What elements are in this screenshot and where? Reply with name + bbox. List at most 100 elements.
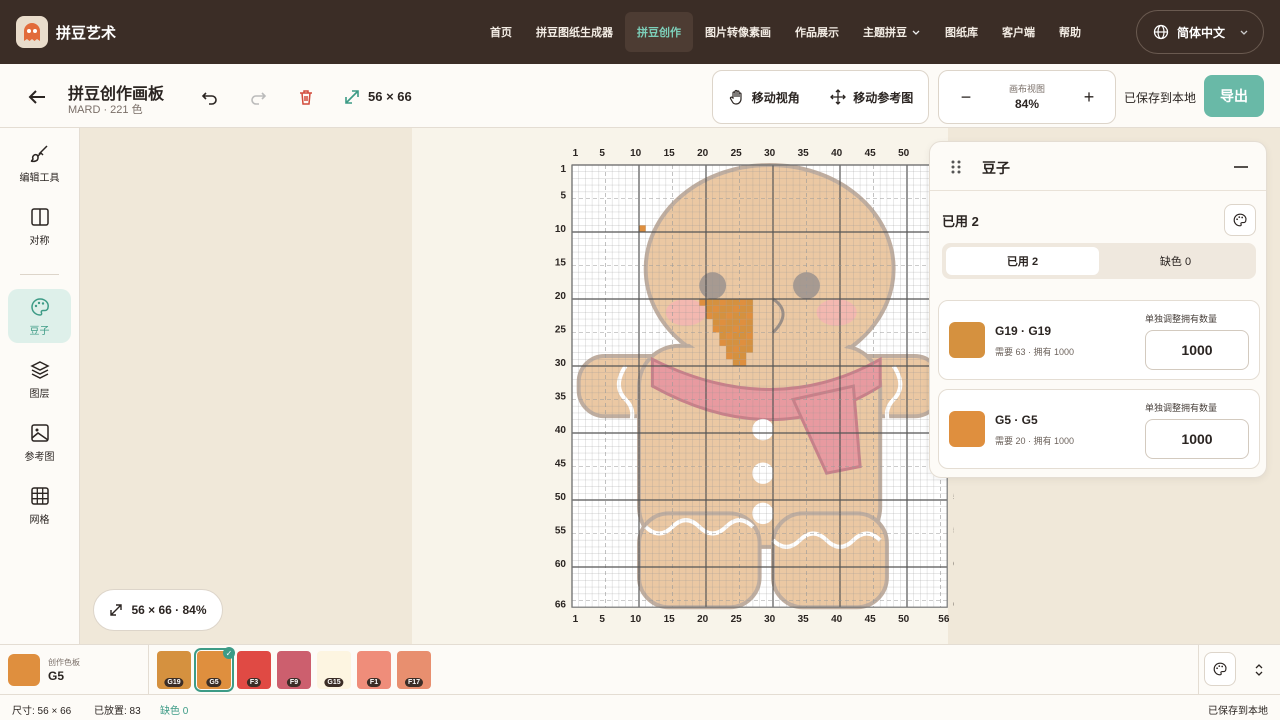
palette-swatch[interactable]: F1 — [357, 651, 391, 689]
column-tick-label: 56 — [938, 614, 950, 625]
bead-swatch — [949, 411, 985, 447]
nose-bead — [739, 319, 747, 326]
status-saved: 已保存到本地 — [1208, 706, 1268, 717]
sidebar-item-edit-tools[interactable]: 编辑工具 — [8, 136, 71, 190]
sidebar-item-reference[interactable]: 参考图 — [8, 415, 71, 469]
row-tick-label: 50 — [953, 492, 954, 503]
check-icon: ✓ — [223, 647, 235, 659]
nav-item[interactable]: 拼豆创作 — [625, 12, 693, 52]
nose-bead — [719, 332, 727, 340]
export-button[interactable]: 导出 — [1204, 75, 1264, 117]
bead-name: G5 · G5 — [995, 413, 1038, 427]
nav-item[interactable]: 首页 — [478, 12, 524, 52]
undo-icon[interactable] — [201, 88, 219, 106]
nav-item[interactable]: 拼豆图纸生成器 — [524, 12, 625, 52]
drag-handle-icon[interactable] — [950, 159, 962, 175]
palette-swatch[interactable]: G5 ✓ — [194, 647, 235, 692]
sidebar-item-label: 网格 — [29, 514, 50, 526]
row-tick-label: 20 — [555, 291, 567, 302]
row-tick-label: 40 — [555, 425, 567, 436]
sidebar-divider — [20, 274, 59, 275]
current-color-value: G5 — [48, 669, 65, 683]
status-placed: 已放置: 83 — [94, 706, 141, 717]
bead-card[interactable]: G19 · G19 需要 63 · 拥有 1000 单独调整拥有数量 1000 — [938, 300, 1260, 380]
nav-item[interactable]: 作品展示 — [783, 12, 851, 52]
column-tick-label: 45 — [865, 148, 877, 159]
column-tick-label: 45 — [865, 614, 877, 625]
back-arrow-icon[interactable] — [26, 86, 48, 108]
zoom-in-button[interactable]: + — [1079, 87, 1099, 108]
palette-swatch[interactable]: G19 — [157, 651, 191, 689]
palette-picker-button[interactable] — [1204, 652, 1236, 686]
nose-bead — [746, 299, 753, 306]
nav-item[interactable]: 图纸库 — [933, 12, 990, 52]
nav-item[interactable]: 主题拼豆 — [851, 12, 933, 52]
nav-item[interactable]: 客户端 — [990, 12, 1047, 52]
nose-bead — [732, 319, 740, 326]
sidebar-item-layers[interactable]: 图层 — [8, 352, 71, 406]
nose-bead — [712, 299, 720, 306]
sidebar-item-beads[interactable]: 豆子 — [8, 289, 71, 343]
logo[interactable] — [16, 16, 48, 48]
column-tick-label: 5 — [599, 614, 605, 625]
bead-qty-input[interactable]: 1000 — [1145, 419, 1249, 459]
sidebar-item-grid[interactable]: 网格 — [8, 478, 71, 532]
current-color-swatch[interactable] — [8, 654, 40, 686]
nose-bead — [719, 319, 727, 326]
bead-name: G19 · G19 — [995, 324, 1052, 338]
move-reference-button[interactable]: 移动参考图 — [829, 88, 913, 106]
row-tick-label: 50 — [555, 492, 567, 503]
bead-board[interactable]: 1155101015152020252530303535404045455050… — [494, 128, 954, 644]
page-subtitle: MARD · 221 色 — [68, 104, 143, 116]
chevron-down-icon — [912, 30, 920, 35]
palette-swatch[interactable]: F9 — [277, 651, 311, 689]
bead-qty-input[interactable]: 1000 — [1145, 330, 1249, 370]
nose-bead — [712, 319, 720, 326]
sidebar-item-label: 图层 — [29, 388, 50, 400]
brand-name[interactable]: 拼豆艺术 — [56, 22, 116, 43]
nose-bead — [732, 299, 740, 306]
gingerbread-button — [752, 418, 774, 441]
palette-actions — [1198, 645, 1280, 695]
column-tick-label: 25 — [731, 148, 743, 159]
minimize-icon[interactable] — [1234, 165, 1248, 169]
zoom-indicator[interactable]: 56 × 66 · 84% — [93, 589, 223, 631]
palette-swatch[interactable]: F17 — [397, 651, 431, 689]
bead-card[interactable]: G5 · G5 需要 20 · 拥有 1000 单独调整拥有数量 1000 — [938, 389, 1260, 469]
zoom-indicator-label: 56 × 66 · 84% — [131, 603, 207, 617]
move-controls: 移动视角 移动参考图 — [712, 70, 929, 124]
tab-missing[interactable]: 缺色 0 — [1099, 247, 1252, 275]
row-tick-label: 1 — [560, 164, 566, 175]
sidebar-item-symmetry[interactable]: 对称 — [8, 199, 71, 253]
hand-icon — [729, 89, 742, 105]
language-select[interactable]: 简体中文 — [1136, 10, 1264, 54]
tab-used[interactable]: 已用 2 — [946, 247, 1099, 275]
trash-icon[interactable] — [297, 88, 315, 106]
resize-icon[interactable] — [343, 88, 361, 106]
palette-swatch[interactable]: F3 — [237, 651, 271, 689]
nose-bead — [726, 325, 733, 333]
column-tick-label: 50 — [898, 148, 910, 159]
palette-button[interactable] — [1224, 204, 1256, 236]
redo-icon[interactable] — [249, 88, 267, 106]
canvas-size-label[interactable]: 56 × 66 — [368, 89, 412, 104]
nose-bead — [706, 305, 713, 313]
nose-bead — [739, 305, 747, 313]
nose-bead — [746, 312, 753, 320]
nose-bead — [739, 299, 747, 306]
swatch-code: F9 — [286, 678, 302, 687]
image-icon — [30, 423, 49, 442]
nose-bead — [719, 312, 727, 320]
nose-bead — [739, 339, 747, 346]
palette-swatch[interactable]: G15 — [317, 651, 351, 689]
row-tick-label: 5 — [560, 191, 566, 202]
expand-toggle-icon[interactable] — [1254, 662, 1264, 678]
status-size: 尺寸: 56 × 66 — [12, 706, 72, 717]
nav-item[interactable]: 图片转像素画 — [693, 12, 783, 52]
bead-adjust-label: 单独调整拥有数量 — [1145, 403, 1218, 413]
nav-item[interactable]: 帮助 — [1047, 12, 1093, 52]
nose-bead — [746, 325, 753, 333]
move-view-button[interactable]: 移动视角 — [728, 88, 800, 106]
nose-bead — [739, 332, 747, 340]
column-tick-label: 10 — [630, 148, 642, 159]
